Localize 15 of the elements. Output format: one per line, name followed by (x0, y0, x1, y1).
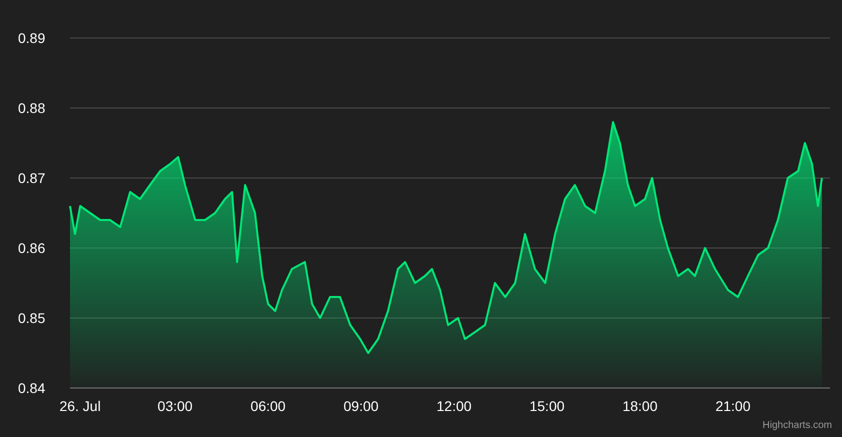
y-axis-label: 0.87 (18, 170, 46, 186)
x-axis-label: 06:00 (250, 398, 286, 414)
credit-link[interactable]: Highcharts.com (762, 420, 832, 431)
y-axis-label: 0.89 (18, 30, 46, 46)
x-axis-label: 18:00 (622, 398, 658, 414)
x-axis-label: 21:00 (715, 398, 750, 414)
x-axis-label: 12:00 (436, 398, 472, 414)
y-axis-label: 0.88 (18, 100, 46, 116)
y-axis-label: 0.85 (18, 310, 46, 326)
y-axis-label: 0.86 (18, 240, 46, 256)
x-axis-label: 09:00 (344, 398, 379, 414)
x-axis-label: 26. Jul (59, 398, 101, 414)
x-axis-label: 15:00 (530, 398, 565, 414)
y-axis-label: 0.84 (18, 380, 46, 396)
x-axis-label: 03:00 (158, 398, 193, 414)
